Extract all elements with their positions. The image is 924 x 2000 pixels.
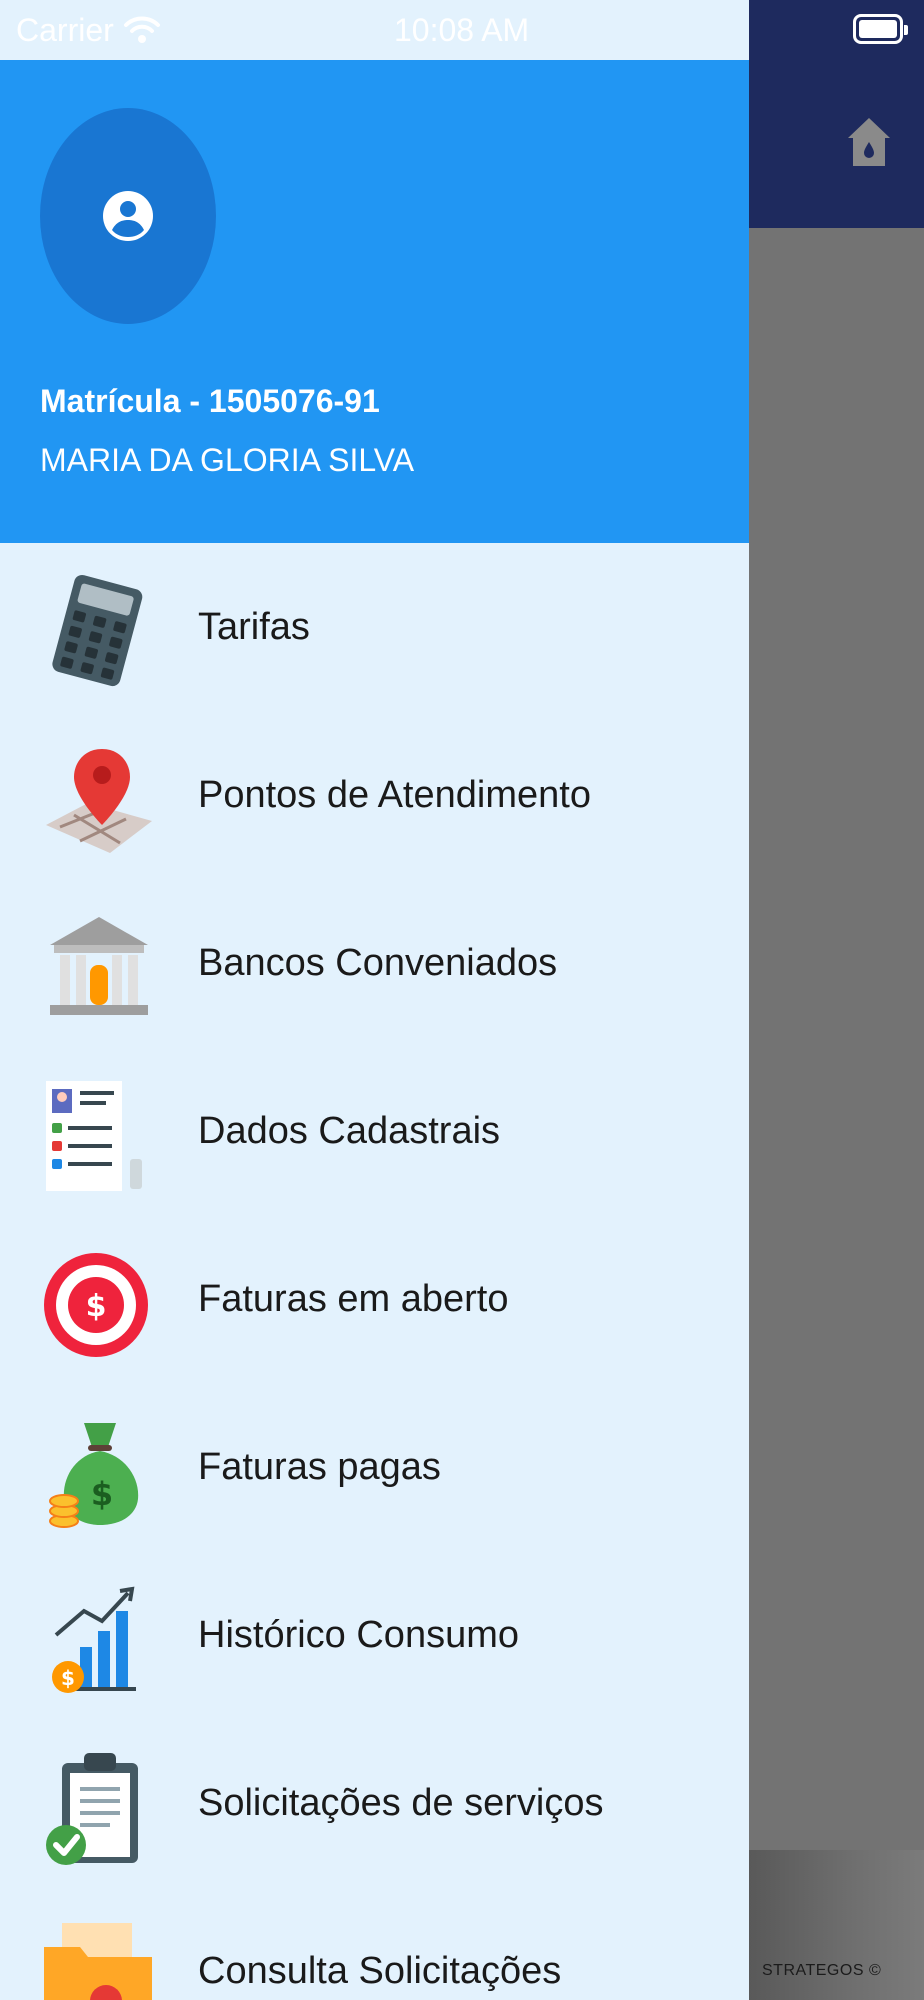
menu-item-consulta-solicitacoes[interactable]: Consulta Solicitações xyxy=(0,1887,749,2000)
menu-item-label: Faturas pagas xyxy=(198,1446,441,1488)
menu-item-historico-consumo[interactable]: $ Histórico Consumo xyxy=(0,1551,749,1719)
chart-growth-icon: $ xyxy=(52,1586,136,1693)
menu-item-tarifas[interactable]: Tarifas xyxy=(0,543,749,711)
target-dollar-icon: $ xyxy=(44,1253,148,1357)
menu-item-label: Pontos de Atendimento xyxy=(198,774,591,816)
menu-item-label: Tarifas xyxy=(198,606,310,648)
carrier-label: Carrier xyxy=(16,12,114,48)
money-bag-icon: $ xyxy=(49,1423,139,1528)
drawer-header: Matrícula - 1505076-91 MARIA DA GLORIA S… xyxy=(0,60,749,543)
profile-card-icon xyxy=(46,1081,142,1191)
menu-item-faturas-em-aberto[interactable]: $ Faturas em aberto xyxy=(0,1215,749,1383)
calculator-icon xyxy=(52,574,143,687)
drawer-menu: Tarifas Pontos de Atendimento Bancos Con… xyxy=(0,543,749,2000)
svg-text:$: $ xyxy=(86,1289,107,1324)
status-time: 10:08 AM xyxy=(394,12,530,48)
folder-icon xyxy=(44,1923,152,2000)
menu-item-dados-cadastrais[interactable]: Dados Cadastrais xyxy=(0,1047,749,1215)
avatar[interactable] xyxy=(40,108,216,324)
map-pin-icon xyxy=(46,749,152,853)
menu-item-label: Dados Cadastrais xyxy=(198,1110,501,1152)
svg-text:$: $ xyxy=(61,1666,75,1690)
menu-item-faturas-pagas[interactable]: $ Faturas pagas xyxy=(0,1383,749,1551)
user-name: MARIA DA GLORIA SILVA xyxy=(40,442,415,478)
menu-item-pontos-atendimento[interactable]: Pontos de Atendimento xyxy=(0,711,749,879)
battery-icon xyxy=(853,14,908,44)
menu-item-label: Bancos Conveniados xyxy=(198,942,558,984)
menu-item-label: Consulta Solicitações xyxy=(198,1950,562,1992)
wifi-icon xyxy=(124,16,160,43)
registration-number: Matrícula - 1505076-91 xyxy=(40,383,380,419)
footer-copyright: STRATEGOS © xyxy=(762,1962,882,1979)
user-icon xyxy=(103,191,153,241)
menu-item-label: Faturas em aberto xyxy=(198,1278,509,1320)
navigation-drawer: Carrier 10:08 AM Matrícula - 1505076-91 … xyxy=(0,0,749,2000)
home-icon[interactable] xyxy=(846,116,892,168)
status-bar: Carrier 10:08 AM xyxy=(0,0,749,60)
bank-icon xyxy=(50,917,148,1015)
svg-text:$: $ xyxy=(91,1475,113,1513)
clipboard-check-icon xyxy=(46,1753,138,1865)
menu-item-bancos-conveniados[interactable]: Bancos Conveniados xyxy=(0,879,749,1047)
menu-item-label: Histórico Consumo xyxy=(198,1614,519,1656)
menu-item-label: Solicitações de serviços xyxy=(198,1782,604,1824)
menu-item-solicitacoes-servicos[interactable]: Solicitações de serviços xyxy=(0,1719,749,1887)
